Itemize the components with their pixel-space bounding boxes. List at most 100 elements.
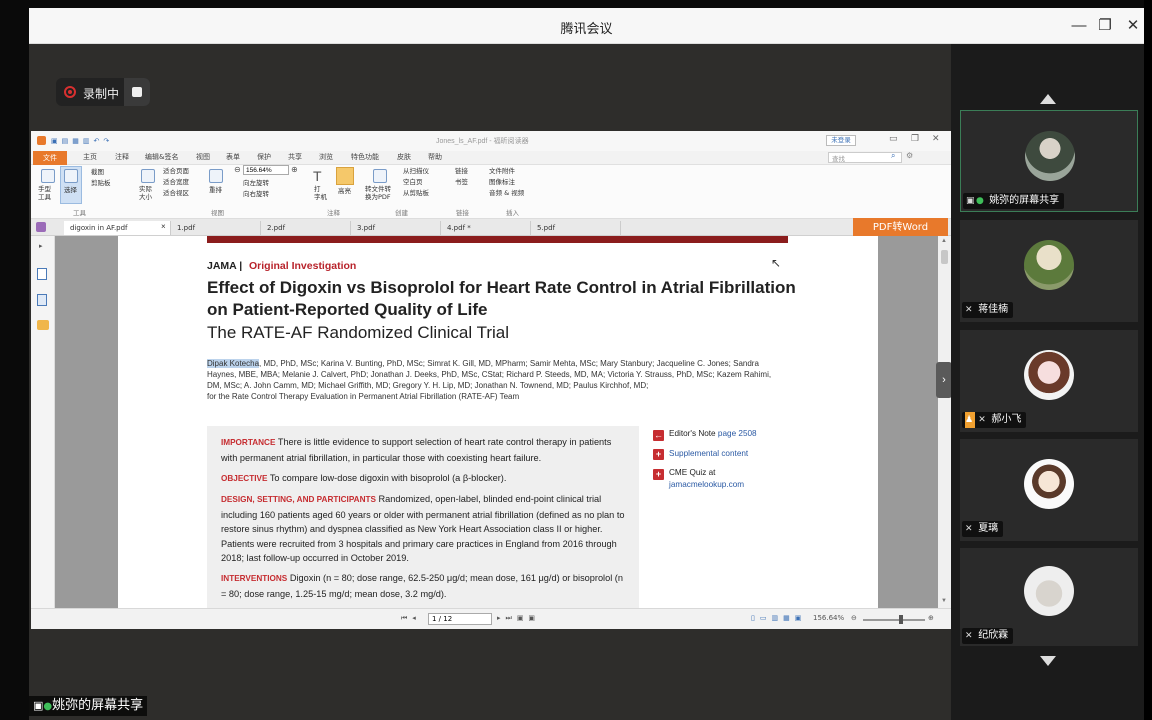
close-icon[interactable]: ✕ — [1123, 16, 1143, 36]
tab-menu-icon[interactable] — [36, 222, 46, 232]
vertical-scrollbar[interactable]: ▲ ▼ — [938, 236, 951, 608]
menu-skin[interactable]: 皮肤 — [397, 152, 411, 162]
zoom-field[interactable]: 156.64% — [243, 165, 289, 175]
editors-note-label: Editor's Note — [669, 429, 716, 438]
from-clipboard-button[interactable]: 从剪贴板 — [403, 189, 429, 197]
menu-comment[interactable]: 注释 — [115, 152, 129, 162]
settings-icon[interactable]: ⚙ — [906, 151, 913, 160]
menu-protect[interactable]: 保护 — [257, 152, 271, 162]
audio-video-button[interactable]: 音频 & 视频 — [489, 189, 524, 197]
reflow-button[interactable]: 重排 — [209, 186, 222, 194]
restore-app-icon[interactable]: ❐ — [911, 133, 919, 144]
minimize-app-icon[interactable]: ▭ — [889, 133, 898, 144]
fit-width-button[interactable]: 适合宽度 — [163, 178, 189, 186]
attachment-button[interactable]: 文件附件 — [489, 167, 515, 175]
image-annot-button[interactable]: 图像标注 — [489, 178, 515, 186]
scroll-down-icon[interactable]: ▼ — [941, 598, 947, 604]
menu-view[interactable]: 视图 — [196, 152, 210, 162]
typewriter-button[interactable]: 打 字机 — [314, 185, 327, 201]
hand-tool-button[interactable]: 手型 工具 — [38, 185, 51, 201]
status-bar: ⏮◂ 1 / 12 ▸⏭▣▣ ▯▭▥▦▣ 156.64% ⊖ ⊕ — [31, 608, 951, 629]
menu-share[interactable]: 共享 — [288, 152, 302, 162]
document-title: Jones_ls_AF.pdf - 福昕阅读器 — [436, 138, 529, 145]
pdf-page: JAMA | Original Investigation Effect of … — [118, 236, 878, 608]
menu-edit-sign[interactable]: 编辑&签名 — [145, 152, 178, 162]
link-button[interactable]: 链接 — [455, 167, 468, 175]
restore-icon[interactable]: ❐ — [1095, 16, 1115, 36]
participant-tile[interactable]: ✕ 蒋佳楠 — [960, 220, 1138, 322]
page-layout-icons[interactable]: ▯▭▥▦▣ — [751, 614, 806, 622]
tab-1[interactable]: 1.pdf — [171, 221, 261, 235]
stop-recording-button[interactable] — [124, 78, 150, 106]
scrollbar-thumb[interactable] — [941, 250, 948, 264]
select-tool-icon — [64, 169, 78, 183]
cme-quiz-icon: + — [653, 469, 664, 480]
minimize-icon[interactable]: — — [1069, 16, 1089, 36]
to-pdf-button[interactable]: 转文件转 换为PDF — [365, 185, 391, 201]
search-icon[interactable]: ⌕ — [891, 151, 895, 161]
group-create-label: 创建 — [395, 209, 408, 217]
fit-visible-button[interactable]: 适合视区 — [163, 189, 189, 197]
expand-panel-arrow-icon[interactable]: › — [936, 362, 952, 398]
editors-note: Editor's Note page 2508 — [669, 429, 757, 438]
participant-name-tag: ▣● 姚弥的屏幕共享 — [963, 193, 1065, 209]
supplemental-link[interactable]: Supplemental content — [669, 449, 748, 458]
menu-file[interactable]: 文件 — [33, 151, 67, 165]
next-last-page-icons[interactable]: ▸⏭▣▣ — [497, 614, 540, 623]
participant-tile[interactable]: ♟ ✕ 郝小飞 — [960, 330, 1138, 432]
app-logo-icon — [37, 136, 46, 145]
rotate-left-button[interactable]: 向左旋转 — [243, 179, 269, 187]
menu-form[interactable]: 表单 — [226, 152, 240, 162]
fit-page-button[interactable]: 适合页面 — [163, 167, 189, 175]
comments-panel-icon[interactable] — [37, 320, 49, 330]
close-app-icon[interactable]: ✕ — [932, 133, 940, 144]
quick-access-icons[interactable]: ▣▤▦▥↶↷ — [51, 137, 131, 145]
menu-features[interactable]: 特色功能 — [351, 152, 379, 162]
bookmark-button[interactable]: 书签 — [455, 178, 468, 186]
menu-home[interactable]: 主页 — [83, 152, 97, 162]
from-scanner-button[interactable]: 从扫描仪 — [403, 167, 429, 175]
zoom-out-status-icon[interactable]: ⊖ — [851, 614, 857, 622]
blank-page-button[interactable]: 空白页 — [403, 178, 423, 186]
scroll-up-participants-icon[interactable] — [1040, 94, 1056, 104]
zoom-in-status-icon[interactable]: ⊕ — [928, 614, 934, 622]
rotate-right-button[interactable]: 向右旋转 — [243, 190, 269, 198]
hand-tool-icon — [41, 169, 55, 183]
first-prev-page-icons[interactable]: ⏮◂ — [401, 614, 421, 623]
bookmarks-panel-icon[interactable] — [37, 268, 47, 280]
tab-digoxin-in-af[interactable]: digoxin in AF.pdf — [64, 221, 171, 235]
zoom-slider-handle[interactable] — [899, 615, 903, 624]
participant-tile[interactable]: ▣● 姚弥的屏幕共享 — [960, 110, 1138, 212]
menu-help[interactable]: 帮助 — [428, 152, 442, 162]
highlighted-author[interactable]: Dipak Kotecha — [207, 359, 260, 368]
recording-indicator: 录制中 — [56, 78, 150, 106]
scroll-down-participants-icon[interactable] — [1040, 656, 1056, 666]
screenshot-button[interactable]: 截图 — [91, 168, 104, 176]
zoom-in-icon[interactable]: ⊕ — [291, 165, 298, 174]
login-button[interactable]: 未登录 — [826, 135, 856, 146]
participant-tile[interactable]: ✕ 纪欣霖 — [960, 548, 1138, 646]
meeting-titlebar: 腾讯会议 — ❐ ✕ — [29, 8, 1144, 44]
cme-link[interactable]: jamacmelookup.com — [669, 480, 744, 489]
editors-note-link[interactable]: page 2508 — [718, 429, 757, 438]
participant-name: 姚弥的屏幕共享 — [989, 195, 1060, 206]
pdf-to-word-button[interactable]: PDF转Word — [853, 218, 948, 237]
objective-text: To compare low-dose digoxin with bisopro… — [269, 473, 507, 483]
pages-panel-icon[interactable] — [37, 294, 47, 306]
expand-pane-icon[interactable]: ▸ — [39, 242, 43, 250]
close-tab-icon[interactable]: × — [161, 222, 166, 231]
clipboard-button[interactable]: 剪贴板 — [91, 179, 111, 187]
tab-5[interactable]: 5.pdf — [531, 221, 621, 235]
menu-browse[interactable]: 浏览 — [319, 152, 333, 162]
tab-2[interactable]: 2.pdf — [261, 221, 351, 235]
participant-tile[interactable]: ✕ 夏璃 — [960, 439, 1138, 541]
zoom-slider[interactable] — [863, 619, 925, 621]
zoom-out-icon[interactable]: ⊖ — [234, 165, 241, 174]
actual-size-button[interactable]: 实际 大小 — [139, 185, 152, 201]
scroll-up-icon[interactable]: ▲ — [941, 238, 947, 244]
page-number-field[interactable]: 1 / 12 — [428, 613, 492, 625]
supplemental-icon: + — [653, 449, 664, 460]
tab-3[interactable]: 3.pdf — [351, 221, 441, 235]
tab-4[interactable]: 4.pdf * — [441, 221, 531, 235]
highlight-button[interactable]: 高亮 — [338, 187, 351, 195]
